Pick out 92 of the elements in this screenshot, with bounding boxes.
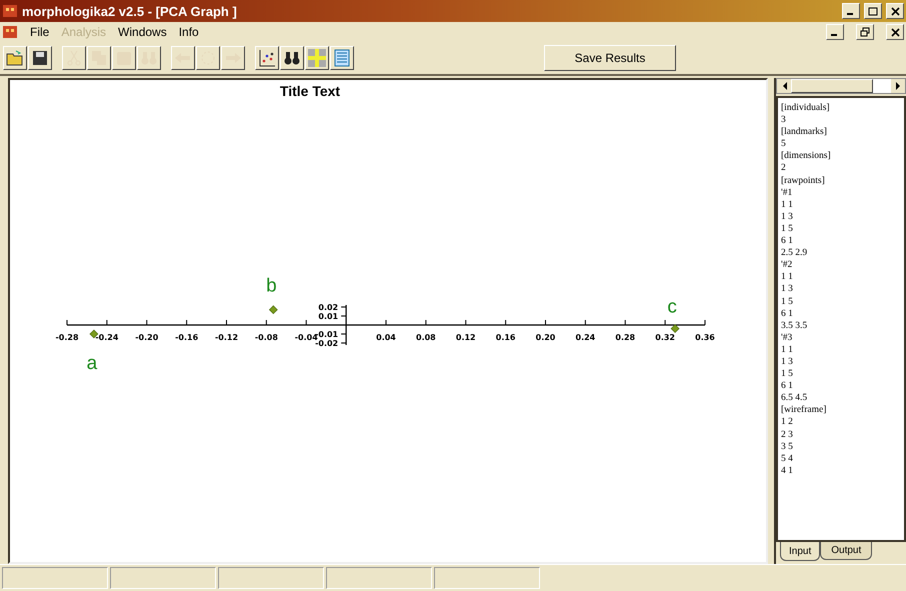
tick-label: 0.32 [655,333,675,342]
tick-label: 0.04 [376,333,396,342]
text-line: 3 5 [781,440,794,453]
text-line: 1 1 [781,271,794,284]
tick-label: 0.08 [416,333,436,342]
tick-label: 0.02 [318,303,338,312]
text-line: '#3 [781,332,794,344]
window-title: morphologika2 v2.5 - [PCA Graph ] [22,4,238,18]
text-line: 6 1 [781,235,794,248]
tick-label: -0.04 [294,333,318,342]
tick-label: -0.02 [315,339,338,348]
app-icon[interactable] [2,24,18,40]
text-line: '#2 [781,259,794,272]
text-line: [dimensions] [781,150,832,162]
y-axis [340,305,347,345]
tick-label: 0.01 [318,312,338,321]
point-label: a [86,353,98,374]
tab[interactable]: Input [780,542,820,561]
text-line: '#1 [781,186,794,199]
maximize-icon [868,6,878,16]
crosshair-icon [308,49,326,67]
close-icon [890,6,900,16]
tick-label: -0.20 [135,333,158,342]
point-label: b [266,276,277,297]
text-line: 1 5 [781,368,794,380]
tick-label: -0.28 [55,333,79,342]
tick-label: 0.28 [615,333,636,342]
menu-item[interactable]: Info [178,25,199,39]
text-line: 1 3 [781,283,794,296]
toolbar-button[interactable] [330,46,354,70]
restore-button[interactable] [856,24,874,40]
text-line: 1 1 [781,198,794,211]
tick-label: 0.36 [695,333,715,342]
text-line: [wireframe] [781,404,828,416]
text-line: 2.5 2.9 [781,247,808,260]
menu-item[interactable]: File [30,25,50,39]
text-line: 6.5 4.5 [781,392,808,404]
text-line: 1 1 [781,344,794,356]
text-line: 4 1 [781,464,794,477]
horizontal-scrollbar[interactable] [776,78,906,94]
text-line: 2 [781,162,787,175]
tick-label: 0.12 [456,333,476,342]
text-line: 3 [781,114,787,126]
text-line: 3.5 3.5 [781,320,808,332]
text-line: 5 4 [781,452,794,465]
tick-label: 0.20 [536,333,556,342]
maximize-button[interactable] [864,3,882,19]
minimize-button[interactable] [826,24,844,40]
scatter-plot-icon [258,49,276,67]
binoculars-icon [283,49,301,67]
tick-label: -0.24 [95,333,118,342]
folder-icon [6,49,24,67]
toolbar-button[interactable] [3,46,27,70]
input-text-area[interactable]: [individuals] 3 [landmarks] 5 [dimensions] 2 [rawpoints] '#1 1 1 1 3 1 5 6 1 2.5 2.9 '#2 1 1 1 3 1 5 6 1 3.5 3.5 '#3 1 1 1 3 1 5 6 1 6.5 4.5 [wireframe] 1 2 2 3 3 5 5 4 4 1 [776,96,906,542]
text-line: 6 1 [781,380,794,392]
data-point [268,305,278,314]
save-results-button[interactable]: Save Results [544,45,676,71]
close-button[interactable] [886,3,904,19]
text-line: 1 5 [781,296,794,308]
text-line: 1 2 [781,416,794,429]
toolbar-button[interactable] [255,46,279,70]
text-line: [landmarks] [781,126,828,138]
list-icon [333,49,351,67]
restore-icon [860,27,870,37]
close-icon [890,28,900,36]
chart-title: Title Text [280,83,340,99]
tick-label: -0.08 [254,333,278,342]
left-arrow-icon[interactable] [782,82,786,90]
text-line: 2 3 [781,428,794,441]
text-line: 1 5 [781,222,794,236]
toolbar-button[interactable] [305,46,329,70]
app-icon [2,3,18,19]
close-button[interactable] [886,24,904,40]
scrollbar-thumb[interactable] [791,79,873,93]
text-line: 1 3 [781,356,794,368]
toolbar-button[interactable] [28,46,52,70]
text-line: [rawpoints] [781,174,826,187]
tick-label: 0.16 [496,333,516,342]
text-line: 1 3 [781,210,794,223]
menu-item[interactable]: Windows [118,25,167,39]
data-point [670,324,680,334]
text-line: 6 1 [781,308,794,320]
tab[interactable]: Output [820,542,872,560]
minimize-button[interactable] [842,3,860,19]
toolbar-button[interactable] [280,46,304,70]
point-label: c [667,296,677,318]
tick-label: 0.24 [576,333,596,342]
tick-label: -0.12 [214,333,238,342]
right-arrow-icon[interactable] [896,82,900,90]
tick-label: -0.16 [175,333,198,342]
text-line: [individuals] [781,102,831,114]
text-line: 5 [781,138,787,150]
